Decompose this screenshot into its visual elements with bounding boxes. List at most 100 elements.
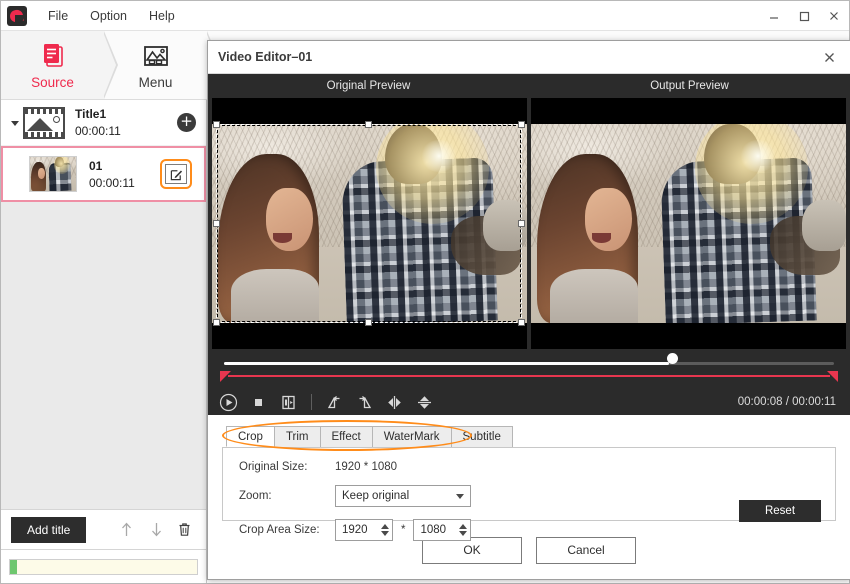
- title-name: Title1: [75, 107, 107, 121]
- original-preview-label: Original Preview: [326, 80, 411, 92]
- play-circle-icon[interactable]: [218, 392, 239, 413]
- zoom-select-value: Keep original: [342, 490, 410, 502]
- crop-handle-n[interactable]: [365, 121, 372, 128]
- trim-range-line: [228, 375, 830, 377]
- seek-slider-fill: [224, 362, 670, 365]
- title-bar: File Option Help: [1, 1, 849, 31]
- trim-marker-start[interactable]: [220, 371, 231, 382]
- zoom-label: Zoom:: [239, 490, 272, 502]
- tab-trim[interactable]: Trim: [273, 426, 321, 447]
- crop-width-value: 1920: [342, 524, 368, 536]
- tab-watermark[interactable]: WaterMark: [371, 426, 452, 447]
- dialog-titlebar: Video Editor–01: [208, 41, 850, 74]
- clip-thumbnail: [29, 156, 77, 192]
- ribbon-divider-1: [103, 31, 118, 99]
- seek-slider[interactable]: [224, 362, 834, 365]
- stepper-down-icon[interactable]: [459, 531, 468, 536]
- original-size-row: Original Size: 1920 * 1080: [239, 461, 819, 473]
- source-document-icon: [38, 41, 68, 71]
- stop-square-icon[interactable]: [248, 392, 269, 413]
- video-editor-dialog: Video Editor–01 Original Preview Output …: [207, 40, 850, 580]
- seek-slider-handle[interactable]: [667, 353, 679, 364]
- menu-file[interactable]: File: [37, 4, 79, 28]
- seek-row: [218, 353, 840, 371]
- trash-icon[interactable]: [172, 518, 196, 542]
- minimize-icon[interactable]: [759, 1, 789, 30]
- maximize-icon[interactable]: [789, 1, 819, 30]
- plus-circle-icon[interactable]: +: [177, 113, 196, 132]
- ribbon-tab-menu[interactable]: Menu: [104, 31, 221, 99]
- tab-crop[interactable]: Crop: [226, 426, 275, 447]
- filmstrip-image-icon: [23, 106, 65, 139]
- transport-controls: 00:00:08 / 00:00:11: [218, 389, 840, 415]
- clip-duration: 00:00:11: [89, 175, 135, 190]
- title-row[interactable]: Title1 00:00:11 +: [1, 100, 206, 146]
- crop-height-stepper[interactable]: 1080: [413, 519, 472, 541]
- title-list: Title1 00:00:11 + 01 00:00:11: [1, 100, 206, 509]
- editor-tabs-region: Crop Trim Effect WaterMark Subtitle: [208, 415, 850, 451]
- chevron-down-icon[interactable]: [7, 118, 23, 128]
- reset-button[interactable]: Reset: [739, 500, 821, 522]
- progress-bar-fill: [10, 559, 18, 574]
- edit-pencil-icon[interactable]: [165, 164, 187, 184]
- tab-effect[interactable]: Effect: [319, 426, 373, 447]
- title-duration: 00:00:11: [75, 124, 121, 138]
- crop-handle-ne[interactable]: [518, 121, 525, 128]
- progress-bar: [9, 558, 198, 575]
- add-title-button[interactable]: Add title: [11, 516, 87, 543]
- sidebar-toolbar: Add title: [1, 509, 206, 549]
- chevron-down-icon: [456, 493, 464, 499]
- crop-area-size-label: Crop Area Size:: [239, 524, 320, 536]
- crop-settings-panel: Original Size: 1920 * 1080 Zoom: Keep or…: [222, 447, 836, 541]
- output-preview-label: Output Preview: [650, 80, 729, 92]
- zoom-row: Zoom: Keep original: [239, 485, 819, 507]
- close-icon[interactable]: [819, 1, 849, 30]
- rotate-left-icon[interactable]: [324, 392, 345, 413]
- menu-help[interactable]: Help: [138, 4, 186, 28]
- trim-marker-end[interactable]: [827, 371, 838, 382]
- dialog-title: Video Editor–01: [218, 50, 313, 64]
- flip-horizontal-icon[interactable]: [384, 392, 405, 413]
- tab-subtitle[interactable]: Subtitle: [450, 426, 513, 447]
- output-preview-pane[interactable]: [531, 98, 846, 349]
- crop-handle-s[interactable]: [365, 319, 372, 326]
- crop-handle-se[interactable]: [518, 319, 525, 326]
- crop-handle-nw[interactable]: [213, 121, 220, 128]
- arrow-up-icon[interactable]: [114, 518, 138, 542]
- app-logo-icon: [7, 5, 27, 26]
- crop-height-stepper-arrows[interactable]: [459, 524, 468, 536]
- ribbon-tab-source-label: Source: [31, 74, 74, 90]
- crop-width-stepper-arrows[interactable]: [381, 524, 389, 536]
- crop-height-value: 1080: [420, 524, 447, 536]
- preview-area: Original Preview Output Preview: [208, 74, 850, 349]
- menu-image-icon: [141, 41, 171, 71]
- flip-vertical-icon[interactable]: [414, 392, 435, 413]
- encode-progress-area: [1, 549, 206, 583]
- menu-option[interactable]: Option: [79, 4, 138, 28]
- crop-handle-w[interactable]: [213, 219, 220, 227]
- transport-bar: 00:00:08 / 00:00:11: [208, 349, 850, 415]
- original-preview-pane[interactable]: [212, 98, 527, 349]
- crop-handle-sw[interactable]: [213, 319, 220, 326]
- preview-panes: [208, 98, 850, 349]
- zoom-select[interactable]: Keep original: [335, 485, 471, 507]
- snapshot-icon[interactable]: [278, 392, 299, 413]
- sidebar: Title1 00:00:11 + 01 00:00:11 Add title: [1, 100, 207, 583]
- clip-row[interactable]: 01 00:00:11: [1, 146, 206, 202]
- stepper-up-icon[interactable]: [459, 524, 468, 529]
- arrow-down-icon[interactable]: [144, 518, 168, 542]
- ribbon-tab-source[interactable]: Source: [1, 31, 118, 99]
- application-window: File Option Help Source Menu Title1 00:0…: [0, 0, 850, 584]
- time-display: 00:00:08 / 00:00:11: [737, 396, 836, 408]
- crop-selection-overlay[interactable]: [213, 121, 525, 326]
- clip-name: 01: [89, 158, 103, 173]
- window-controls: [759, 1, 849, 30]
- stepper-up-icon[interactable]: [381, 524, 389, 529]
- editor-tab-strip: Crop Trim Effect WaterMark Subtitle: [208, 415, 850, 447]
- crop-width-stepper[interactable]: 1920: [335, 519, 393, 541]
- multiply-symbol: *: [401, 524, 406, 536]
- rotate-right-icon[interactable]: [354, 392, 375, 413]
- crop-handle-e[interactable]: [518, 219, 525, 227]
- stepper-down-icon[interactable]: [381, 531, 389, 536]
- close-icon[interactable]: [818, 46, 840, 68]
